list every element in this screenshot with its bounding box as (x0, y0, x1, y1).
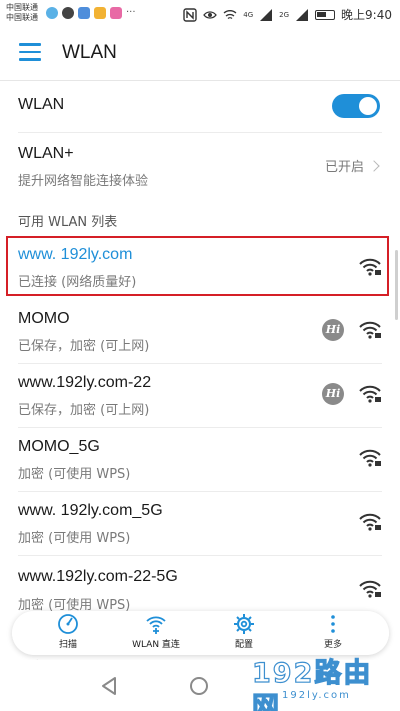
carrier-label: 中国联通 中国联通 (6, 3, 38, 23)
signal-type-1: 4G (243, 10, 254, 19)
network-item[interactable]: www.192ly.com-22-5G 加密 (可使用 WPS) (0, 556, 400, 618)
wifi-locked-icon (359, 580, 381, 598)
scan-label: 扫描 (58, 640, 77, 650)
nfc-icon (183, 7, 197, 22)
wifi-status-icon (223, 9, 237, 19)
more-button[interactable]: 更多 (293, 613, 373, 655)
wlan-toggle-row[interactable]: WLAN (0, 80, 400, 132)
wlan-direct-label: WLAN 直连 (132, 640, 180, 650)
wifi-locked-icon (359, 321, 381, 339)
carrier-2: 中国联通 (6, 13, 38, 22)
gear-icon (234, 614, 254, 634)
wlan-toggle-label: WLAN (18, 96, 65, 113)
network-name: www.192ly.com-22 (18, 374, 152, 391)
wlan-switch[interactable] (332, 94, 380, 118)
scan-button[interactable]: 扫描 (28, 613, 108, 655)
wifi-locked-icon (359, 513, 381, 531)
wlan-direct-icon (146, 616, 166, 634)
network-name: www. 192ly.com_5G (18, 502, 163, 519)
network-status: 加密 (可使用 WPS) (18, 531, 131, 546)
wlan-direct-button[interactable]: WLAN 直连 (116, 613, 196, 655)
watermark-text: 192路由网 (251, 657, 373, 711)
network-item[interactable]: MOMO 已保存，加密 (可上网) Hi (0, 300, 400, 362)
notification-icons: ··· (46, 7, 136, 19)
available-networks-header: 可用 WLAN 列表 (18, 215, 118, 230)
network-item[interactable]: www.192ly.com-22 已保存，加密 (可上网) Hi (0, 364, 400, 426)
network-name: MOMO (18, 310, 70, 327)
app-notification-icon (78, 7, 90, 19)
wifi-locked-icon (359, 449, 381, 467)
hi-badge-icon: Hi (322, 383, 344, 405)
wlan-plus-row[interactable]: WLAN+ 提升网络智能连接体验 已开启 (0, 133, 400, 199)
home-icon[interactable] (190, 677, 208, 695)
network-status: 已保存，加密 (可上网) (18, 403, 150, 418)
signal-icon (260, 8, 273, 21)
config-button[interactable]: 配置 (204, 613, 284, 655)
network-item[interactable]: MOMO_5G 加密 (可使用 WPS) (0, 428, 400, 490)
battery-icon (315, 9, 336, 20)
app-bar: WLAN (0, 28, 400, 80)
hi-badge-icon: Hi (322, 319, 344, 341)
scan-icon (58, 614, 78, 634)
signal-type-2: 2G (279, 10, 290, 19)
back-icon[interactable] (100, 676, 118, 696)
wlan-plus-status-text: 已开启 (324, 160, 364, 175)
signal-icon (296, 8, 309, 21)
wifi-locked-icon (359, 385, 381, 403)
config-label: 配置 (234, 640, 253, 650)
clock: 晚上9:40 (341, 8, 392, 22)
system-indicators: 4G 2G 晚上9:40 (183, 6, 392, 23)
network-name: www.192ly.com-22-5G (18, 568, 178, 585)
watermark-logo: 192路由网 192ly.com (251, 657, 397, 711)
app-notification-icon (110, 7, 122, 19)
wlan-plus-subtitle: 提升网络智能连接体验 (18, 174, 149, 189)
wlan-plus-title: WLAN+ (18, 145, 74, 162)
network-name: MOMO_5G (18, 438, 100, 455)
bottom-toolbar: 扫描 WLAN 直连 配置 更多 (12, 611, 389, 655)
watermark-url: 192ly.com (282, 690, 351, 701)
more-vertical-icon (331, 615, 335, 633)
app-notification-icon (94, 7, 106, 19)
eye-icon (203, 10, 218, 19)
page-title: WLAN (62, 42, 117, 63)
wechat-icon (62, 7, 74, 19)
network-item[interactable]: www. 192ly.com_5G 加密 (可使用 WPS) (0, 492, 400, 554)
carrier-1: 中国联通 (6, 3, 38, 12)
app-notification-icon (46, 7, 58, 19)
scrollbar[interactable] (395, 250, 398, 320)
network-status: 加密 (可使用 WPS) (18, 467, 131, 482)
wlan-plus-status: 已开启 (324, 156, 380, 175)
status-bar: 中国联通 中国联通 ··· 4G 2G 晚上9:40 (0, 0, 400, 28)
menu-icon[interactable] (19, 43, 41, 63)
chevron-right-icon (368, 159, 380, 172)
more-notifications-icon: ··· (126, 7, 136, 18)
more-label: 更多 (323, 640, 342, 650)
network-status: 已保存，加密 (可上网) (18, 339, 150, 354)
connected-network-highlight (6, 236, 389, 296)
